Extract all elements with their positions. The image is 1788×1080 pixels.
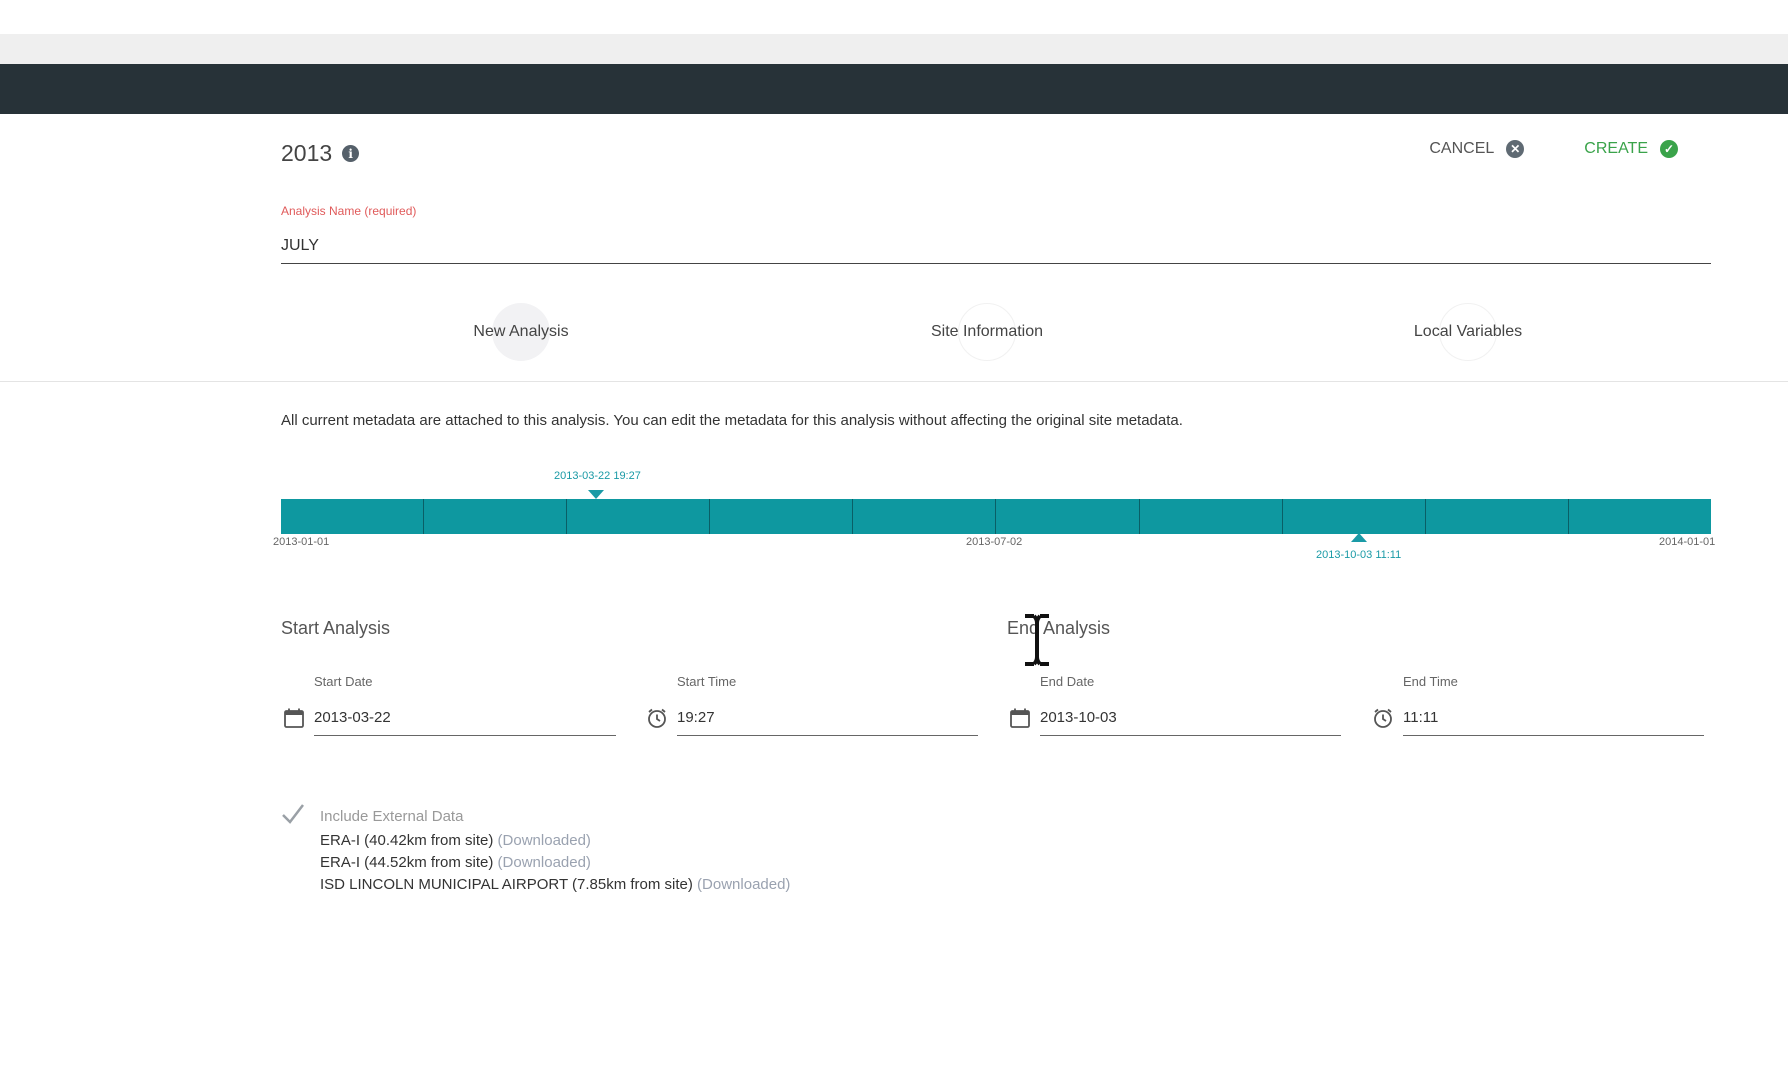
external-data-status: (Downloaded) (497, 854, 591, 871)
end-marker-label: 2013-10-03 11:11 (1316, 549, 1402, 561)
metadata-notice: All current metadata are attached to thi… (281, 412, 1183, 429)
step-label: Site Information (930, 323, 1044, 340)
app-header-bar (0, 64, 1788, 114)
timeline-segment (710, 499, 854, 534)
start-marker-label: 2013-03-22 19:27 (554, 470, 641, 482)
start-date-label: Start Date (314, 674, 373, 689)
timeline-segment (996, 499, 1140, 534)
start-time-input[interactable] (677, 700, 978, 736)
check-circle-icon: ✓ (1660, 140, 1678, 158)
cancel-label: CANCEL (1429, 140, 1495, 157)
start-time-label: Start Time (677, 674, 737, 689)
start-marker-handle[interactable] (588, 490, 604, 499)
external-data-item: ERA-I (44.52km from site) (Downloaded) (320, 854, 591, 871)
toolbar-strip (0, 34, 1788, 64)
start-date-input[interactable] (314, 700, 616, 736)
external-data-name: ERA-I (40.42km from site) (320, 832, 494, 849)
external-data-status: (Downloaded) (697, 876, 791, 893)
timeline-segment (1140, 499, 1283, 534)
external-data-status: (Downloaded) (497, 832, 591, 849)
end-marker-handle[interactable] (1351, 533, 1367, 542)
create-label: CREATE (1584, 140, 1648, 157)
timeline-slider[interactable] (281, 499, 1711, 534)
end-time-label: End Time (1403, 674, 1458, 689)
create-button[interactable]: CREATE ✓ (1584, 140, 1678, 158)
calendar-icon[interactable] (283, 707, 305, 729)
timeline-segment (853, 499, 997, 534)
end-date-input[interactable] (1040, 700, 1341, 736)
page-title-text: 2013 (281, 140, 333, 166)
browser-top-strip (0, 0, 1788, 34)
step-local-variables[interactable]: Local Variables (1378, 300, 1558, 364)
timeline-segment (281, 499, 425, 534)
step-site-information[interactable]: Site Information (897, 300, 1077, 364)
end-date-label: End Date (1040, 674, 1095, 689)
timeline-segment (1426, 499, 1569, 534)
header-actions: CANCEL ✕ CREATE ✓ (1429, 140, 1678, 158)
step-label: Local Variables (1413, 323, 1523, 340)
text-cursor-icon (1025, 614, 1049, 666)
step-navigation: New Analysis Site Information Local Vari… (281, 300, 1711, 364)
analysis-name-input[interactable] (281, 228, 1711, 264)
calendar-icon[interactable] (1009, 707, 1031, 729)
external-data-name: ERA-I (44.52km from site) (320, 854, 494, 871)
end-time-input[interactable] (1403, 700, 1704, 736)
clock-icon[interactable] (1372, 707, 1394, 729)
timeline-segment (1569, 499, 1711, 534)
timeline-mid-label: 2013-07-02 (966, 536, 1023, 548)
clock-icon[interactable] (646, 707, 668, 729)
timeline-segment (1283, 499, 1426, 534)
external-data-item: ISD LINCOLN MUNICIPAL AIRPORT (7.85km fr… (320, 876, 790, 893)
external-data-name: ISD LINCOLN MUNICIPAL AIRPORT (7.85km fr… (320, 876, 693, 893)
start-analysis-title: Start Analysis (281, 618, 391, 638)
include-external-data-checkbox[interactable] (280, 802, 306, 826)
step-new-analysis[interactable]: New Analysis (431, 300, 611, 364)
timeline-end-label: 2014-01-01 (1659, 536, 1716, 548)
cancel-button[interactable]: CANCEL ✕ (1429, 140, 1525, 158)
page-title: 2013 i (281, 140, 360, 167)
include-external-data-label: Include External Data (320, 808, 464, 825)
timeline-segment (424, 499, 568, 534)
timeline-segment (567, 499, 711, 534)
analysis-name-label: Analysis Name (required) (281, 204, 417, 218)
info-icon[interactable]: i (342, 145, 360, 162)
timeline-start-label: 2013-01-01 (273, 536, 330, 548)
external-data-item: ERA-I (40.42km from site) (Downloaded) (320, 832, 591, 849)
close-circle-icon: ✕ (1506, 140, 1525, 158)
step-label: New Analysis (473, 323, 569, 340)
section-divider (0, 381, 1788, 382)
